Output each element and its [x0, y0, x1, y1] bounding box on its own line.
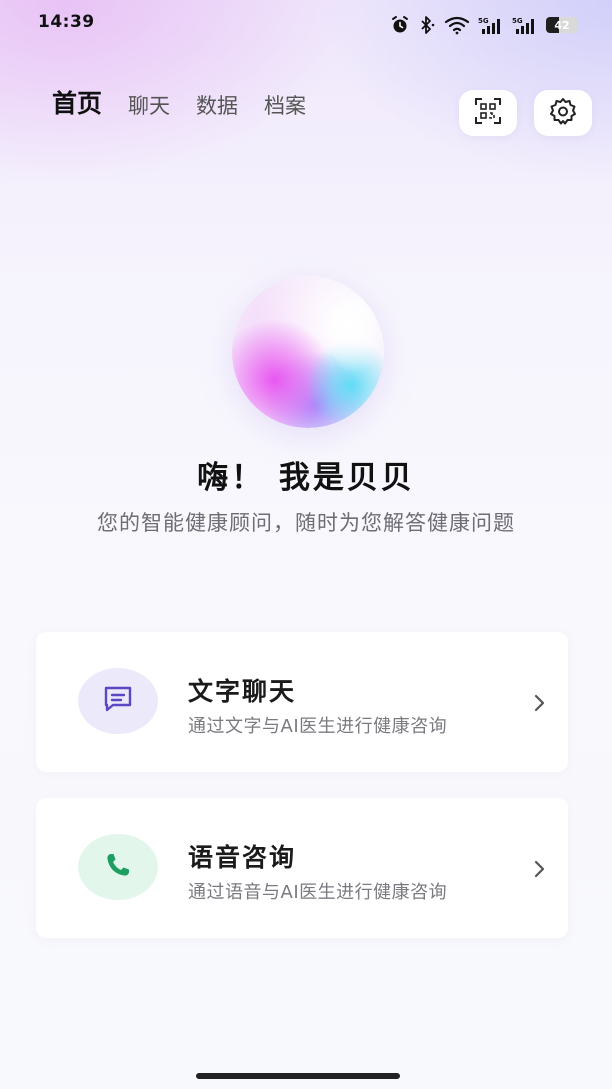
tab-data[interactable]: 数据 [196, 88, 238, 120]
text-chat-description: 通过文字与AI医生进行健康咨询 [188, 716, 448, 737]
voice-consult-title: 语音咨询 [188, 843, 297, 872]
scan-qr-icon [474, 97, 502, 129]
voice-consult-icon-badge [78, 834, 158, 900]
tab-chat[interactable]: 聊天 [128, 88, 170, 120]
voice-consult-description: 通过语音与AI医生进行健康咨询 [188, 882, 448, 903]
status-bar: 14:39 5G 5G 42 [0, 0, 612, 48]
tab-home[interactable]: 首页 [52, 88, 102, 120]
hero-title: 嗨！ 我是贝贝 [197, 460, 415, 496]
svg-text:5G: 5G [478, 17, 489, 25]
signal-5g-icon: 5G [512, 15, 538, 35]
top-nav: 首页 聊天 数据 档案 [52, 88, 306, 120]
text-chat-card[interactable]: 文字聊天 通过文字与AI医生进行健康咨询 [36, 632, 568, 772]
status-time: 14:39 [38, 12, 95, 32]
battery-level: 42 [554, 18, 570, 32]
signal-5g-icon: 5G [478, 15, 504, 35]
bluetooth-icon [418, 15, 436, 35]
text-chat-title: 文字聊天 [188, 677, 297, 706]
chat-message-icon [103, 685, 133, 717]
phone-icon [104, 851, 132, 883]
status-icons: 5G 5G 42 [390, 14, 578, 36]
tab-profile[interactable]: 档案 [264, 88, 306, 120]
battery-icon: 42 [546, 17, 578, 33]
gear-icon [549, 97, 577, 129]
text-chat-icon-badge [78, 668, 158, 734]
chevron-right-icon [534, 694, 546, 716]
voice-consult-card[interactable]: 语音咨询 通过语音与AI医生进行健康咨询 [36, 798, 568, 938]
hero-subtitle: 您的智能健康顾问，随时为您解答健康问题 [97, 511, 515, 535]
alarm-icon [390, 15, 410, 35]
scan-button[interactable] [459, 90, 517, 136]
wifi-icon [444, 15, 470, 35]
svg-text:5G: 5G [512, 17, 523, 25]
assistant-avatar [232, 276, 384, 428]
home-indicator[interactable] [196, 1073, 400, 1079]
chevron-right-icon [534, 860, 546, 882]
settings-button[interactable] [534, 90, 592, 136]
